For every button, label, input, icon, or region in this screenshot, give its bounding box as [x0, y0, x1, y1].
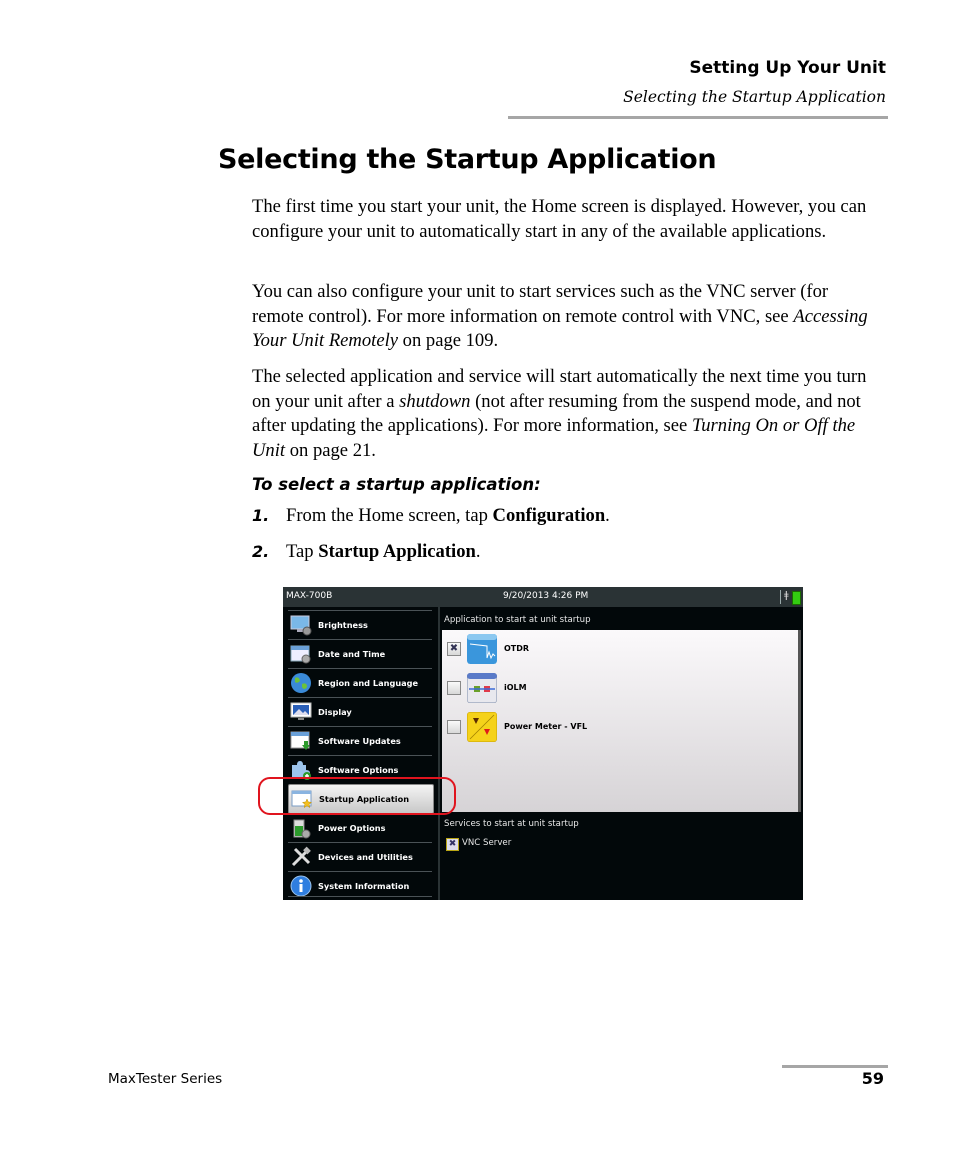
sidebar-item-label: System Information [318, 881, 410, 891]
app-checkbox-power-meter-vfl[interactable] [447, 720, 461, 734]
app-checkbox-iolm[interactable] [447, 681, 461, 695]
service-name-vnc: VNC Server [462, 838, 512, 848]
sidebar-item-display[interactable]: Display [288, 697, 432, 726]
window-download-icon [290, 731, 310, 750]
status-datetime: 9/20/2013 4:26 PM [503, 591, 589, 601]
header-rule [508, 116, 888, 119]
step-punct: . [605, 505, 610, 526]
paragraph-note-tail: on page 21. [285, 439, 376, 461]
paragraph-services-text: You can also configure your unit to star… [252, 281, 829, 327]
step-bold: Configuration [492, 505, 606, 526]
sidebar-item-label: Date and Time [318, 649, 386, 659]
monitor-gear-icon [290, 615, 312, 636]
page-title: Selecting the Startup Application [218, 144, 717, 175]
footer-product: MaxTester Series [108, 1071, 223, 1087]
sidebar-bottom-divider [288, 896, 432, 897]
step-number: 1. [252, 506, 270, 525]
sidebar-item-date-time[interactable]: Date and Time [288, 639, 432, 668]
paragraph-services-tail: on page 109. [398, 330, 499, 352]
services-section-label: Services to start at unit startup [444, 819, 579, 829]
sidebar-item-label: Region and Language [318, 678, 419, 688]
sidebar-item-label: Display [318, 707, 352, 717]
battery-gear-icon [293, 819, 311, 839]
procedure-title: To select a startup application: [252, 475, 541, 494]
app-row-otdr[interactable]: ✖ OTDR [442, 632, 798, 666]
info-icon [290, 875, 312, 897]
otdr-app-icon [467, 634, 497, 664]
callout-highlight-startup-application [258, 777, 456, 815]
iolm-app-icon [467, 673, 497, 703]
app-row-power-meter-vfl[interactable]: Power Meter - VFL [442, 710, 798, 744]
apps-section-label: Application to start at unit startup [444, 615, 591, 625]
page-number: 59 [861, 1069, 884, 1088]
device-model: MAX-700B [286, 591, 333, 601]
paragraph-intro-text: The first time you start your unit, the … [252, 196, 867, 242]
calendar-gear-icon [290, 645, 311, 664]
step-text: From the Home screen, tap [286, 505, 493, 526]
procedure-step-2: 2. Tap Startup Application. [252, 541, 481, 563]
paragraph-startup-note: The selected application and service wil… [252, 365, 880, 463]
display-icon [290, 702, 312, 720]
tools-icon [291, 846, 311, 867]
app-row-iolm[interactable]: iOLM [442, 671, 798, 705]
sidebar-item-power-options[interactable]: Power Options [288, 813, 432, 842]
sidebar-item-label: Power Options [318, 823, 386, 833]
sidebar-item-label: Software Options [318, 765, 399, 775]
globe-icon [291, 673, 311, 693]
device-screenshot: MAX-700B 9/20/2013 4:26 PM ǂ Brightness … [283, 587, 803, 900]
paragraph-intro: The first time you start your unit, the … [252, 195, 880, 244]
step-punct: . [475, 541, 481, 562]
sidebar-item-software-updates[interactable]: Software Updates [288, 726, 432, 755]
pane-divider [438, 607, 440, 900]
step-number: 2. [252, 542, 270, 561]
paragraph-services: You can also configure your unit to star… [252, 280, 880, 354]
battery-icon [792, 591, 801, 605]
sidebar-item-label: Brightness [318, 620, 368, 630]
step-text: Tap [286, 541, 319, 562]
apps-list: ✖ OTDR iOLM Power Meter - VFL [442, 630, 798, 812]
service-checkbox-vnc[interactable]: ✖ [446, 838, 459, 851]
apps-list-scroll-edge [798, 630, 801, 812]
step-bold: Startup Application [318, 541, 476, 562]
status-separator [780, 590, 781, 604]
running-header-section: Selecting the Startup Application [623, 88, 886, 106]
app-name-power-meter-vfl: Power Meter - VFL [504, 722, 588, 731]
status-bar: MAX-700B 9/20/2013 4:26 PM ǂ [283, 587, 803, 607]
footer-rule [782, 1065, 888, 1068]
app-name-otdr: OTDR [504, 644, 530, 653]
sidebar-item-devices-utilities[interactable]: Devices and Utilities [288, 842, 432, 871]
emphasis-shutdown: shutdown [399, 390, 471, 412]
power-meter-vfl-app-icon [467, 712, 497, 742]
app-name-iolm: iOLM [504, 683, 527, 692]
sidebar-item-label: Software Updates [318, 736, 401, 746]
sidebar-item-label: Devices and Utilities [318, 852, 413, 862]
procedure-step-1: 1. From the Home screen, tap Configuratio… [252, 505, 610, 527]
sidebar-item-brightness[interactable]: Brightness [288, 610, 432, 639]
config-sidebar: Brightness Date and Time Region and Lang… [283, 607, 438, 900]
sidebar-item-region-language[interactable]: Region and Language [288, 668, 432, 697]
app-checkbox-otdr[interactable]: ✖ [447, 642, 461, 656]
power-plug-icon: ǂ [784, 590, 789, 601]
running-header-chapter: Setting Up Your Unit [689, 58, 886, 78]
